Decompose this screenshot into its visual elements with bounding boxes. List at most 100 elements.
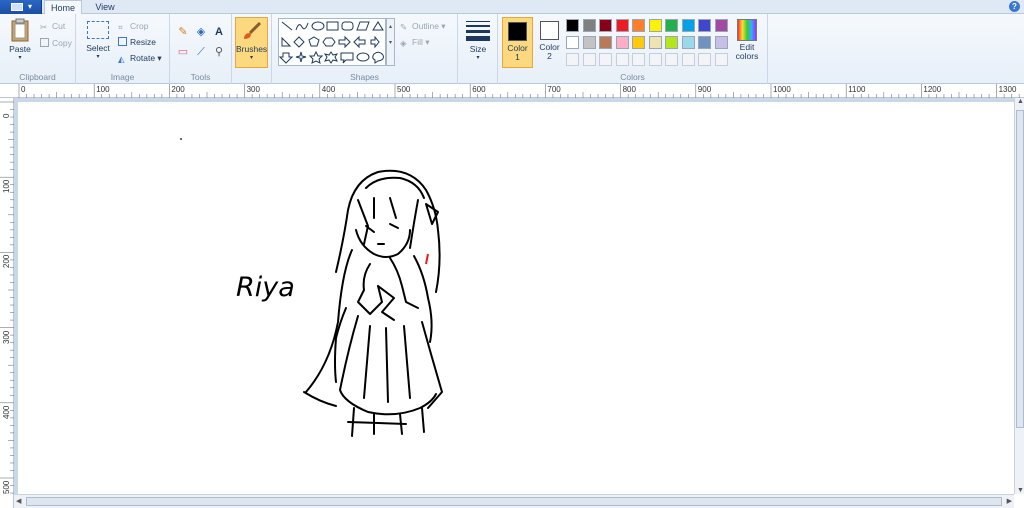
custom-color-swatch[interactable] — [599, 53, 612, 66]
clipboard-group-label: Clipboard — [19, 72, 56, 82]
color-swatch[interactable] — [615, 36, 629, 49]
colors-group: Color 1 Color 2 Edit colors Colors — [498, 14, 768, 84]
ribbon: Paste ▾ ✂ Cut Copy Clipboard Select ▾ ⌗ Cr… — [0, 14, 1024, 84]
eraser-icon[interactable]: ▭ — [175, 44, 191, 60]
cut-button[interactable]: ✂ Cut — [40, 21, 65, 32]
copy-label: Copy — [52, 38, 72, 48]
color2-number: 2 — [547, 51, 552, 61]
pencil-icon[interactable]: ✎ — [175, 24, 191, 40]
horizontal-ruler: 0 100 200 300 400 500 600 700 800 900 1000 1100 1200… — [0, 84, 1024, 98]
drawing-canvas[interactable]: Riya — [18, 102, 1014, 494]
ruler-label: 400 — [2, 405, 11, 419]
girl-sketch — [303, 169, 443, 437]
scroll-left-arrow-icon[interactable]: ◀ — [16, 497, 21, 505]
horizontal-ruler-ticks — [18, 84, 1020, 98]
color-swatch[interactable] — [648, 19, 662, 32]
paste-button[interactable]: Paste ▾ — [4, 18, 36, 68]
paint-menu-button[interactable]: ▾ — [0, 0, 42, 14]
ruler-label: 1000 — [773, 85, 791, 94]
paste-label: Paste — [9, 44, 31, 54]
canvas-workspace: Riya — [14, 98, 1014, 494]
custom-color-swatch[interactable] — [566, 53, 579, 66]
tools-group-label: Tools — [190, 72, 211, 82]
color-swatch[interactable] — [599, 19, 612, 32]
image-group-label: Image — [110, 72, 135, 82]
shapes-gallery-icons[interactable] — [278, 19, 387, 67]
scroll-up-arrow-icon[interactable]: ▲ — [1017, 98, 1024, 105]
horizontal-scrollbar[interactable]: ◀ ▶ — [14, 494, 1014, 508]
custom-color-swatch[interactable] — [698, 53, 711, 66]
color-swatch[interactable] — [566, 19, 579, 32]
resize-button[interactable]: Resize — [118, 37, 156, 47]
chevron-down-icon: ▾ — [28, 2, 33, 11]
color-swatch[interactable] — [698, 19, 711, 32]
color-swatch[interactable] — [566, 36, 579, 49]
color-swatch[interactable] — [698, 36, 711, 49]
ruler-label: 200 — [171, 85, 185, 94]
vertical-ruler-ticks — [0, 101, 14, 494]
color-swatch[interactable] — [714, 19, 728, 32]
custom-color-swatch[interactable] — [615, 53, 629, 66]
horizontal-scroll-thumb[interactable] — [26, 497, 1002, 506]
tab-view[interactable]: View — [86, 0, 124, 15]
color-swatch[interactable] — [582, 36, 596, 49]
ruler-label: 700 — [547, 85, 561, 94]
crop-button[interactable]: ⌗ Crop — [118, 21, 148, 32]
color2-button[interactable]: Color 2 — [534, 17, 565, 68]
ruler-label: 400 — [321, 85, 336, 94]
chevron-down-icon: ▾ — [476, 55, 480, 61]
rotate-label: Rotate — [130, 53, 156, 63]
chevron-down-icon: ▾ — [18, 55, 22, 61]
edit-colors-button[interactable]: Edit colors — [730, 18, 764, 68]
scroll-down-arrow-icon[interactable]: ▼ — [1017, 487, 1024, 494]
vertical-scroll-thumb[interactable] — [1016, 110, 1024, 428]
ribbon-tab-bar: ▾ Home View ? — [0, 0, 1024, 15]
custom-color-swatch[interactable] — [665, 53, 678, 66]
scroll-right-arrow-icon[interactable]: ▶ — [1007, 497, 1012, 505]
size-label: Size — [469, 44, 487, 54]
color-swatch[interactable] — [615, 19, 629, 32]
color-swatch[interactable] — [632, 36, 645, 49]
color-swatch[interactable] — [665, 36, 678, 49]
color-swatch[interactable] — [648, 36, 662, 49]
brush-icon — [243, 21, 261, 39]
custom-color-swatch[interactable] — [681, 53, 695, 66]
color-swatch[interactable] — [681, 36, 695, 49]
shapes-scrollbar[interactable]: ▴ ▾ — [386, 18, 395, 66]
color-swatch[interactable] — [599, 36, 612, 49]
ruler-label: 0 — [2, 113, 11, 118]
ruler-label: 1200 — [923, 85, 942, 94]
custom-color-swatch[interactable] — [714, 53, 728, 66]
ruler-label: 500 — [2, 480, 11, 494]
ruler-label: 800 — [622, 85, 636, 94]
color-swatch[interactable] — [714, 36, 728, 49]
vertical-scrollbar[interactable]: ▲ ▼ — [1014, 98, 1024, 494]
shapes-group-label: Shapes — [350, 72, 379, 82]
color1-button[interactable]: Color 1 — [502, 17, 533, 68]
fill-bucket-icon[interactable]: ◈ — [193, 24, 209, 40]
custom-color-swatch[interactable] — [582, 53, 596, 66]
brushes-group: Brushes ▾ — [232, 14, 272, 84]
outline-icon: ✎ — [400, 22, 408, 32]
text-tool-icon[interactable]: A — [211, 24, 227, 40]
magnifier-icon[interactable]: ⚲ — [211, 44, 227, 60]
rotate-button[interactable]: ◭ Rotate ▾ — [118, 53, 162, 64]
color-swatch[interactable] — [681, 19, 695, 32]
tab-home[interactable]: Home — [44, 0, 82, 15]
size-button[interactable]: Size ▾ — [461, 18, 495, 68]
help-icon[interactable]: ? — [1009, 1, 1020, 12]
custom-color-swatch[interactable] — [648, 53, 662, 66]
outline-button[interactable]: ✎ Outline ▾ — [400, 21, 446, 32]
fill-button[interactable]: ◈ Fill ▾ — [400, 37, 430, 48]
fill-label: Fill — [412, 37, 423, 47]
select-button[interactable]: Select ▾ — [82, 18, 114, 68]
brushes-button[interactable]: Brushes ▾ — [235, 17, 268, 68]
copy-icon — [40, 38, 49, 47]
copy-button[interactable]: Copy — [40, 38, 72, 48]
color-swatch[interactable] — [582, 19, 596, 32]
color-swatch[interactable] — [665, 19, 678, 32]
custom-color-swatch[interactable] — [632, 53, 645, 66]
color-picker-icon[interactable]: ⟋ — [193, 44, 209, 60]
select-label: Select — [86, 43, 110, 53]
color-swatch[interactable] — [632, 19, 645, 32]
